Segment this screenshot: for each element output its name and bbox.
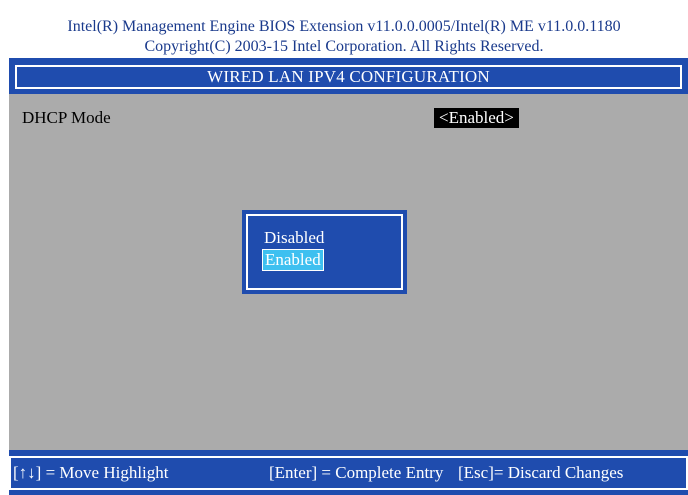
dhcp-mode-value[interactable]: <Enabled> [434, 108, 519, 128]
page-title: WIRED LAN IPV4 CONFIGURATION [15, 65, 682, 89]
hint-move-highlight: [↑↓] = Move Highlight [13, 463, 169, 482]
option-disabled[interactable]: Disabled [262, 227, 326, 249]
settings-panel: DHCP Mode <Enabled> Disabled Enabled [9, 94, 688, 450]
hint-complete-entry: [Enter] = Complete Entry [269, 463, 444, 482]
header-copyright-text: Copyright(C) 2003-15 Intel Corporation. … [144, 38, 544, 55]
bios-screen: Intel(R) Management Engine BIOS Extensio… [0, 0, 688, 495]
dhcp-mode-label: DHCP Mode [22, 108, 111, 127]
hint-discard-changes: [Esc]= Discard Changes [458, 463, 624, 482]
option-enabled[interactable]: Enabled [262, 249, 324, 271]
dhcp-mode-popup: Disabled Enabled [242, 210, 407, 294]
popup-frame: Disabled Enabled [246, 214, 403, 290]
key-hints: [↑↓] = Move Highlight [Enter] = Complete… [9, 456, 688, 490]
header-version-text: Intel(R) Management Engine BIOS Extensio… [67, 18, 621, 35]
title-bar: WIRED LAN IPV4 CONFIGURATION [9, 58, 688, 94]
footer-bar: [↑↓] = Move Highlight [Enter] = Complete… [9, 450, 688, 495]
